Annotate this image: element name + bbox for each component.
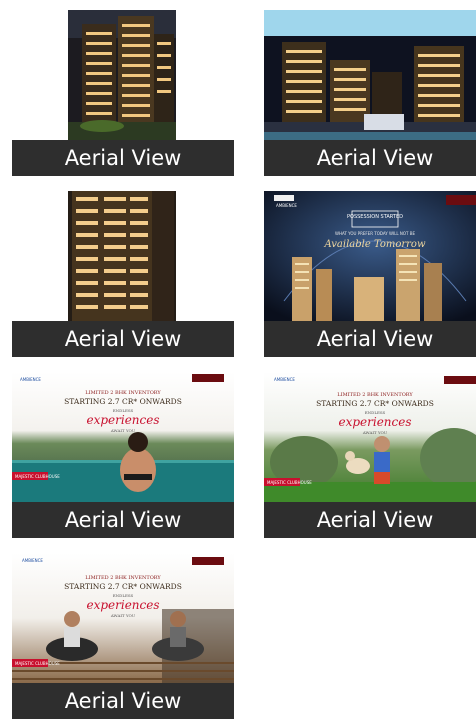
gallery-caption: Aerial View	[264, 321, 476, 357]
gallery-caption: Aerial View	[12, 321, 234, 357]
poster-tag: MAJESTIC CLUBHOUSE	[267, 480, 312, 485]
gallery-caption: Aerial View	[264, 502, 476, 538]
poster-line1: LIMITED 2 BHK INVENTORY	[85, 390, 161, 396]
poster-brand-logo: AMBIENCE	[276, 203, 297, 208]
gallery-image[interactable]	[12, 10, 234, 140]
gallery-tile[interactable]: AMBIENCE POSSESSION STARTED WHAT YOU PRE…	[264, 191, 476, 357]
gallery-image[interactable]	[264, 10, 476, 140]
gallery-tile[interactable]: Aerial View	[12, 10, 234, 176]
poster-line2: STARTING 2.7 CR* ONWARDS	[64, 397, 182, 406]
gallery-tile[interactable]: Aerial View	[264, 10, 476, 176]
poster-brand-logo: AMBIENCE	[20, 377, 41, 382]
gallery-tile[interactable]: Aerial View	[12, 191, 234, 357]
poster-script: Available Tomorrow	[323, 239, 425, 250]
gallery-caption: Aerial View	[12, 683, 234, 719]
poster-brand-logo: AMBIENCE	[274, 377, 295, 382]
poster-tag: MAJESTIC CLUBHOUSE	[15, 661, 60, 666]
poster-script: experiences	[86, 598, 159, 612]
gallery-tile[interactable]: MAJESTIC CLUBHOUSE AMBIENCE LIMITED 2 BH…	[12, 372, 234, 538]
gallery-caption: Aerial View	[12, 140, 234, 176]
poster-brand-logo: AMBIENCE	[22, 558, 43, 563]
gallery-image[interactable]	[12, 191, 234, 321]
gallery-image[interactable]: MAJESTIC CLUBHOUSE AMBIENCE LIMITED 2 BH…	[12, 372, 234, 502]
gallery-caption: Aerial View	[264, 140, 476, 176]
poster-headline: POSSESSION STARTED	[347, 214, 403, 220]
gallery-tile[interactable]: MAJESTIC CLUBHOUSE AMBIENCE LIMITED 2 BH…	[12, 553, 234, 719]
gallery-image[interactable]: MAJESTIC CLUBHOUSE AMBIENCE LIMITED 2 BH…	[264, 372, 476, 502]
poster-line4: AWAIT YOU	[110, 428, 136, 433]
gallery-image[interactable]: AMBIENCE POSSESSION STARTED WHAT YOU PRE…	[264, 191, 476, 321]
poster-line4: AWAIT YOU	[110, 613, 136, 618]
poster-script: experiences	[338, 415, 411, 429]
poster-line: WHAT YOU PREFER TODAY WILL NOT BE	[335, 231, 415, 236]
poster-line1: LIMITED 2 BHK INVENTORY	[337, 392, 413, 398]
poster-script: experiences	[86, 413, 159, 427]
gallery-tile[interactable]: MAJESTIC CLUBHOUSE AMBIENCE LIMITED 2 BH…	[264, 372, 476, 538]
gallery-caption: Aerial View	[12, 502, 234, 538]
poster-line4: AWAIT YOU	[362, 430, 388, 435]
poster-tag: MAJESTIC CLUBHOUSE	[15, 474, 60, 479]
poster-line2: STARTING 2.7 CR* ONWARDS	[316, 399, 434, 408]
gallery-image[interactable]: MAJESTIC CLUBHOUSE AMBIENCE LIMITED 2 BH…	[12, 553, 234, 683]
poster-line2: STARTING 2.7 CR* ONWARDS	[64, 582, 182, 591]
poster-line1: LIMITED 2 BHK INVENTORY	[85, 575, 161, 581]
